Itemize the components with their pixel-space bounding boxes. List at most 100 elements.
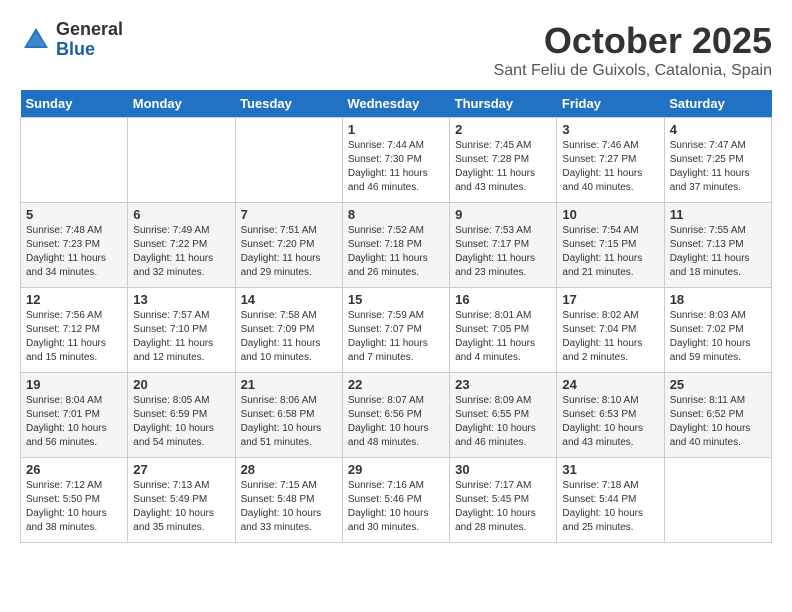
day-info: Sunrise: 7:54 AM Sunset: 7:15 PM Dayligh…: [562, 224, 658, 280]
calendar-cell: 28 Sunrise: 7:15 AM Sunset: 5:48 PM Dayli…: [235, 458, 342, 543]
day-number: 10: [562, 207, 658, 222]
day-info: Sunrise: 7:47 AM Sunset: 7:25 PM Dayligh…: [670, 139, 766, 195]
day-info: Sunrise: 7:52 AM Sunset: 7:18 PM Dayligh…: [348, 224, 444, 280]
day-number: 17: [562, 292, 658, 307]
day-number: 20: [133, 377, 229, 392]
day-info: Sunrise: 8:10 AM Sunset: 6:53 PM Dayligh…: [562, 394, 658, 450]
day-info: Sunrise: 7:59 AM Sunset: 7:07 PM Dayligh…: [348, 309, 444, 365]
calendar-cell: 23Sunrise: 8:09 AM Sunset: 6:55 PM Dayli…: [450, 373, 557, 458]
calendar-cell: 31 Sunrise: 7:18 AM Sunset: 5:44 PM Dayli…: [557, 458, 664, 543]
calendar-cell: 11Sunrise: 7:55 AM Sunset: 7:13 PM Dayli…: [664, 203, 771, 288]
day-number: 29: [348, 462, 444, 477]
week-row-4: 19 Sunrise: 8:04 AM Sunset: 7:01 PM Dayli…: [21, 373, 772, 458]
calendar-cell: 5 Sunrise: 7:48 AM Sunset: 7:23 PM Daylig…: [21, 203, 128, 288]
calendar-cell: 22 Sunrise: 8:07 AM Sunset: 6:56 PM Dayli…: [342, 373, 449, 458]
day-info: Sunrise: 8:04 AM Sunset: 7:01 PM Dayligh…: [26, 394, 122, 450]
month-title: October 2025: [494, 20, 772, 62]
day-number: 13: [133, 292, 229, 307]
calendar-cell: [21, 118, 128, 203]
day-number: 9: [455, 207, 551, 222]
calendar-cell: 30 Sunrise: 7:17 AM Sunset: 5:45 PM Dayli…: [450, 458, 557, 543]
day-info: Sunrise: 7:18 AM Sunset: 5:44 PM Dayligh…: [562, 479, 658, 535]
calendar-cell: 9 Sunrise: 7:53 AM Sunset: 7:17 PM Daylig…: [450, 203, 557, 288]
week-row-3: 12Sunrise: 7:56 AM Sunset: 7:12 PM Dayli…: [21, 288, 772, 373]
location-title: Sant Feliu de Guixols, Catalonia, Spain: [494, 62, 772, 80]
day-info: Sunrise: 8:02 AM Sunset: 7:04 PM Dayligh…: [562, 309, 658, 365]
calendar-cell: 2Sunrise: 7:45 AM Sunset: 7:28 PM Daylig…: [450, 118, 557, 203]
calendar-cell: [235, 118, 342, 203]
calendar-cell: 10 Sunrise: 7:54 AM Sunset: 7:15 PM Dayli…: [557, 203, 664, 288]
day-number: 30: [455, 462, 551, 477]
week-row-5: 26 Sunrise: 7:12 AM Sunset: 5:50 PM Dayli…: [21, 458, 772, 543]
calendar-cell: [128, 118, 235, 203]
logo-general-text: General: [56, 20, 123, 40]
day-info: Sunrise: 8:06 AM Sunset: 6:58 PM Dayligh…: [241, 394, 337, 450]
day-number: 22: [348, 377, 444, 392]
day-info: Sunrise: 7:45 AM Sunset: 7:28 PM Dayligh…: [455, 139, 551, 195]
calendar-table: SundayMondayTuesdayWednesdayThursdayFrid…: [20, 90, 772, 543]
day-info: Sunrise: 7:49 AM Sunset: 7:22 PM Dayligh…: [133, 224, 229, 280]
day-info: Sunrise: 8:11 AM Sunset: 6:52 PM Dayligh…: [670, 394, 766, 450]
day-number: 18: [670, 292, 766, 307]
day-number: 25: [670, 377, 766, 392]
day-info: Sunrise: 7:53 AM Sunset: 7:17 PM Dayligh…: [455, 224, 551, 280]
day-number: 5: [26, 207, 122, 222]
day-number: 24: [562, 377, 658, 392]
day-info: Sunrise: 8:01 AM Sunset: 7:05 PM Dayligh…: [455, 309, 551, 365]
day-number: 23: [455, 377, 551, 392]
day-info: Sunrise: 7:16 AM Sunset: 5:46 PM Dayligh…: [348, 479, 444, 535]
calendar-cell: 27Sunrise: 7:13 AM Sunset: 5:49 PM Dayli…: [128, 458, 235, 543]
calendar-cell: 18 Sunrise: 8:03 AM Sunset: 7:02 PM Dayli…: [664, 288, 771, 373]
weekday-header-wednesday: Wednesday: [342, 90, 449, 118]
day-info: Sunrise: 7:51 AM Sunset: 7:20 PM Dayligh…: [241, 224, 337, 280]
logo: General Blue: [20, 20, 123, 60]
calendar-cell: 21 Sunrise: 8:06 AM Sunset: 6:58 PM Dayli…: [235, 373, 342, 458]
day-number: 6: [133, 207, 229, 222]
day-info: Sunrise: 7:56 AM Sunset: 7:12 PM Dayligh…: [26, 309, 122, 365]
calendar-cell: [664, 458, 771, 543]
weekday-header-monday: Monday: [128, 90, 235, 118]
calendar-cell: 24 Sunrise: 8:10 AM Sunset: 6:53 PM Dayli…: [557, 373, 664, 458]
day-number: 15: [348, 292, 444, 307]
day-info: Sunrise: 7:48 AM Sunset: 7:23 PM Dayligh…: [26, 224, 122, 280]
day-info: Sunrise: 7:55 AM Sunset: 7:13 PM Dayligh…: [670, 224, 766, 280]
day-info: Sunrise: 7:13 AM Sunset: 5:49 PM Dayligh…: [133, 479, 229, 535]
calendar-cell: 1Sunrise: 7:44 AM Sunset: 7:30 PM Daylig…: [342, 118, 449, 203]
calendar-cell: 16Sunrise: 8:01 AM Sunset: 7:05 PM Dayli…: [450, 288, 557, 373]
day-number: 7: [241, 207, 337, 222]
calendar-cell: 8 Sunrise: 7:52 AM Sunset: 7:18 PM Daylig…: [342, 203, 449, 288]
weekday-header-saturday: Saturday: [664, 90, 771, 118]
calendar-cell: 4Sunrise: 7:47 AM Sunset: 7:25 PM Daylig…: [664, 118, 771, 203]
day-number: 26: [26, 462, 122, 477]
calendar-cell: 29 Sunrise: 7:16 AM Sunset: 5:46 PM Dayli…: [342, 458, 449, 543]
calendar-cell: 20Sunrise: 8:05 AM Sunset: 6:59 PM Dayli…: [128, 373, 235, 458]
day-info: Sunrise: 7:17 AM Sunset: 5:45 PM Dayligh…: [455, 479, 551, 535]
day-info: Sunrise: 8:07 AM Sunset: 6:56 PM Dayligh…: [348, 394, 444, 450]
calendar-cell: 13Sunrise: 7:57 AM Sunset: 7:10 PM Dayli…: [128, 288, 235, 373]
weekday-header-row: SundayMondayTuesdayWednesdayThursdayFrid…: [21, 90, 772, 118]
calendar-cell: 3Sunrise: 7:46 AM Sunset: 7:27 PM Daylig…: [557, 118, 664, 203]
day-number: 31: [562, 462, 658, 477]
calendar-cell: 19 Sunrise: 8:04 AM Sunset: 7:01 PM Dayli…: [21, 373, 128, 458]
week-row-1: 1Sunrise: 7:44 AM Sunset: 7:30 PM Daylig…: [21, 118, 772, 203]
weekday-header-friday: Friday: [557, 90, 664, 118]
weekday-header-tuesday: Tuesday: [235, 90, 342, 118]
day-info: Sunrise: 7:15 AM Sunset: 5:48 PM Dayligh…: [241, 479, 337, 535]
day-info: Sunrise: 7:58 AM Sunset: 7:09 PM Dayligh…: [241, 309, 337, 365]
day-number: 14: [241, 292, 337, 307]
day-info: Sunrise: 8:03 AM Sunset: 7:02 PM Dayligh…: [670, 309, 766, 365]
logo-blue-text: Blue: [56, 40, 123, 60]
weekday-header-thursday: Thursday: [450, 90, 557, 118]
calendar-cell: 7 Sunrise: 7:51 AM Sunset: 7:20 PM Daylig…: [235, 203, 342, 288]
day-number: 28: [241, 462, 337, 477]
logo-icon: [20, 24, 52, 56]
day-number: 19: [26, 377, 122, 392]
day-number: 21: [241, 377, 337, 392]
day-number: 8: [348, 207, 444, 222]
week-row-2: 5 Sunrise: 7:48 AM Sunset: 7:23 PM Daylig…: [21, 203, 772, 288]
day-info: Sunrise: 7:12 AM Sunset: 5:50 PM Dayligh…: [26, 479, 122, 535]
calendar-cell: 12Sunrise: 7:56 AM Sunset: 7:12 PM Dayli…: [21, 288, 128, 373]
calendar-cell: 15 Sunrise: 7:59 AM Sunset: 7:07 PM Dayli…: [342, 288, 449, 373]
day-info: Sunrise: 7:44 AM Sunset: 7:30 PM Dayligh…: [348, 139, 444, 195]
calendar-cell: 26 Sunrise: 7:12 AM Sunset: 5:50 PM Dayli…: [21, 458, 128, 543]
